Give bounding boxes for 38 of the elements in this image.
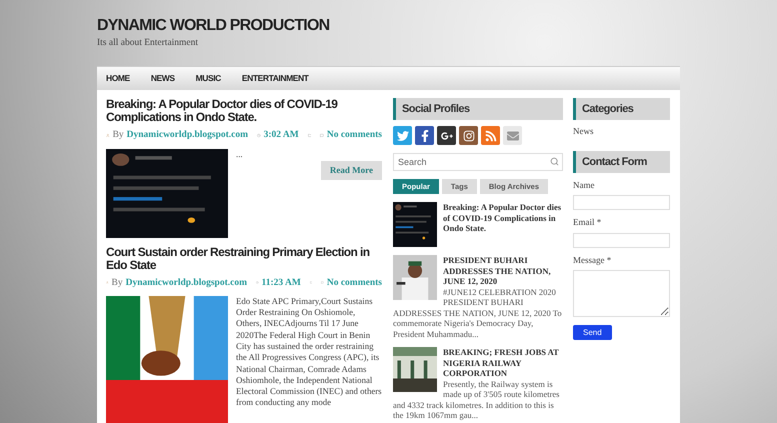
search-field[interactable]: Search bbox=[393, 153, 563, 172]
rss-icon[interactable] bbox=[481, 126, 500, 146]
facebook-icon[interactable] bbox=[415, 126, 434, 146]
nav-link[interactable]: MUSIC bbox=[196, 72, 221, 86]
popular-post-title[interactable]: BREAKING; FRESH JOBS AT NIGERIA RAILWAY CORPORATION bbox=[393, 347, 563, 379]
google-plus-icon[interactable] bbox=[437, 126, 456, 146]
input-field[interactable] bbox=[573, 195, 670, 210]
by-label: By bbox=[112, 129, 124, 142]
nav-link[interactable]: NEWS bbox=[150, 72, 175, 86]
category-link[interactable]: News bbox=[573, 125, 670, 139]
twitter-bird-icon[interactable] bbox=[393, 126, 412, 146]
send-button[interactable]: Send bbox=[573, 325, 612, 340]
field-label: Message * bbox=[573, 254, 612, 267]
field-label: Email * bbox=[573, 216, 602, 230]
widget-heading: Categories bbox=[573, 98, 670, 120]
by-label: By bbox=[112, 276, 123, 290]
post-time: 3:02 AM bbox=[264, 129, 299, 142]
site-title[interactable]: DYNAMIC WORLD PRODUCTION bbox=[97, 16, 680, 36]
post-title[interactable]: Court Sustain order Restraining Primary Election in Edo State bbox=[106, 246, 382, 272]
nav-link[interactable]: ENTERTAINMENT bbox=[242, 72, 308, 86]
site-tagline: Its all about Entertainment bbox=[97, 37, 200, 50]
post-excerpt: ... bbox=[236, 148, 244, 160]
popular-post-excerpt: #JUNE12 CELEBRATION 2020 PRESIDENT BUHARI ADDRESSES THE NATION, JUNE 12, 2020 To commemorate Nigeria's Democracy Day, President Muhammadu... bbox=[393, 286, 563, 340]
message-field[interactable] bbox=[573, 270, 670, 318]
camera-icon[interactable] bbox=[459, 126, 478, 146]
post-title[interactable]: Breaking: A Popular Doctor dies of COVID-19 Complications in Ondo State. bbox=[106, 98, 382, 124]
widget-heading: Contact Form bbox=[573, 150, 670, 173]
widget-heading: Social Profiles bbox=[393, 98, 563, 120]
input-field[interactable] bbox=[573, 232, 670, 248]
search-icon bbox=[550, 157, 559, 166]
post-time: 11:23 AM bbox=[262, 276, 301, 290]
popular-post-title[interactable]: PRESIDENT BUHARI ADDRESSES THE NATION, JUNE 12, 2020 bbox=[393, 255, 563, 287]
envelope-icon[interactable] bbox=[503, 126, 522, 146]
popular-post-title[interactable]: Breaking: A Popular Doctor dies of COVID-19 Complications in Ondo State. bbox=[393, 202, 563, 234]
post-excerpt: Edo State APC Primary,Court Sustains Order Restraining On Oshiomole, Others, INECAdjourns Til 17 June 2020The Federal High Court in Benin City has sustained the order restraining the All Progressives Congress (APC), its National Chairman, Comrade Adams Oshiomhole, the Independent National Electoral Commission (INEC) and others from conducting any mode bbox=[236, 296, 382, 409]
nav-link[interactable]: HOME bbox=[106, 72, 130, 86]
field-label: Name bbox=[573, 178, 596, 192]
popular-post-excerpt: Presently, the Railway system is made up of 3'505 route kilometres and 4332 track kilometres. In addition to this is the 19km 1067mm gau... bbox=[393, 378, 560, 421]
